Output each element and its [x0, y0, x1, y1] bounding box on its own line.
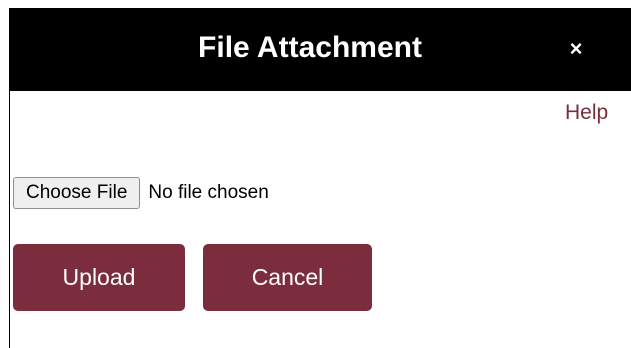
file-attachment-dialog: File Attachment × Help Choose File No fi… — [9, 8, 631, 348]
close-icon[interactable]: × — [563, 34, 589, 64]
dialog-titlebar: File Attachment × — [10, 8, 631, 91]
cancel-button[interactable]: Cancel — [203, 244, 372, 311]
dialog-title: File Attachment — [198, 31, 422, 64]
file-status-text: No file chosen — [148, 182, 269, 203]
choose-file-button[interactable]: Choose File — [13, 177, 141, 209]
upload-button[interactable]: Upload — [13, 244, 185, 311]
file-input-row: Choose File No file chosen — [13, 176, 269, 210]
help-link[interactable]: Help — [565, 100, 608, 126]
